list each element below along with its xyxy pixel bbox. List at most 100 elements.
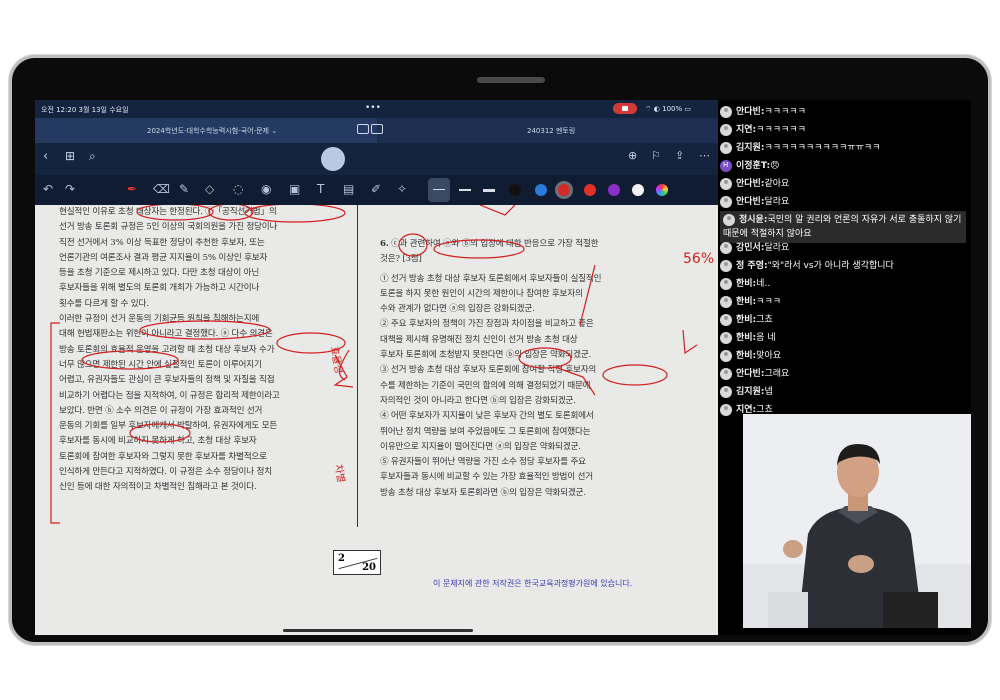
chat-username: 안다빈: xyxy=(736,369,765,379)
keyboard-icon[interactable] xyxy=(371,124,383,134)
page-current: 2 xyxy=(338,553,345,564)
image-icon[interactable]: ▣ xyxy=(289,182,300,196)
chat-text: "와"라서 vs가 아니라 생각합니다 xyxy=(767,261,894,271)
user-avatar-icon xyxy=(723,213,735,226)
camera-icon[interactable]: ▤ xyxy=(343,182,354,196)
pencil-icon[interactable]: ✐ xyxy=(371,182,381,196)
passage-line: 운동의 기회를 일부 후보자에게서 박탈하여, 유권자에게도 모든 xyxy=(59,421,278,432)
user-avatar-icon xyxy=(720,105,732,118)
grid-icon[interactable]: ⊞ xyxy=(65,149,75,163)
color-purple[interactable] xyxy=(608,184,620,196)
chat-username: 안다빈: xyxy=(736,179,765,189)
shapes-icon[interactable]: ◇ xyxy=(205,182,214,196)
search-icon[interactable]: ⌕ xyxy=(89,149,96,164)
answer-option-line: 뛰어난 정치 역량을 보여 주었음에도 그 토론회에 참여했다는 xyxy=(380,426,591,437)
multitask-dots[interactable]: ••• xyxy=(365,103,381,113)
redo-icon[interactable]: ↷ xyxy=(65,182,75,196)
user-avatar-icon xyxy=(720,177,732,190)
line-width-thin[interactable] xyxy=(433,189,445,190)
chat-text: 같아요 xyxy=(764,179,790,189)
undo-icon[interactable]: ↶ xyxy=(43,182,53,196)
lasso-icon[interactable]: ◌ xyxy=(233,182,243,196)
user-avatar-icon xyxy=(720,259,732,272)
page-scroll-indicator[interactable] xyxy=(283,629,473,632)
chat-text: 달라요 xyxy=(764,243,790,253)
sticker-icon[interactable]: ◉ xyxy=(261,182,271,196)
pen-tool-icon[interactable]: ✒ xyxy=(127,182,137,196)
chat-text: 그래요 xyxy=(764,369,790,379)
add-page-icon[interactable]: ⊕ xyxy=(628,149,637,162)
answer-option-line: 토론을 하지 못한 원인이 시간의 제한이나 참여한 후보자의 xyxy=(380,288,583,299)
color-red-selected[interactable] xyxy=(558,184,570,196)
chat-message: 한비:그쵸 xyxy=(720,312,773,326)
chat-message: 정 주영:"와"라서 vs가 아니라 생각합니다 xyxy=(720,258,894,272)
answer-option-line: 자의적인 것이 아니라고 한다면 ⓑ의 입장은 강화되겠군. xyxy=(380,395,576,406)
chat-text: 😠 xyxy=(770,161,780,171)
chat-text: ㅋㅋㅋ xyxy=(756,297,782,307)
color-blue[interactable] xyxy=(535,184,547,196)
chat-message: 한비:맞아요 xyxy=(720,348,781,362)
highlighter-icon[interactable]: ✎ xyxy=(179,182,189,196)
user-avatar-icon xyxy=(720,195,732,208)
laser-pointer-icon[interactable]: ✧ xyxy=(397,182,407,196)
user-avatar-icon xyxy=(720,331,732,344)
eraser-icon[interactable]: ⌫ xyxy=(153,182,170,196)
answer-option-line: ② 주요 후보자의 정책이 가진 장점과 차이점을 비교하고 좋은 xyxy=(380,319,594,330)
chat-message: 한비:네.. xyxy=(720,276,770,290)
presenter-image xyxy=(743,414,971,628)
chat-username: 안다빈: xyxy=(736,107,765,117)
ink-mark-top xyxy=(479,205,516,216)
chat-message: 한비:ㅋㅋㅋ xyxy=(720,294,781,308)
passage-line: 대해 헌법재판소는 위헌이 아니라고 결정했다. ⓐ 다수 의견은 xyxy=(59,329,273,340)
color-black[interactable] xyxy=(509,184,521,196)
chat-text: 그쵸 xyxy=(756,315,773,325)
line-width-medium[interactable] xyxy=(459,189,471,191)
share-icon[interactable]: ⇪ xyxy=(675,149,684,162)
chat-username: 한비: xyxy=(736,351,757,361)
back-chevron-icon[interactable]: ‹ xyxy=(43,149,48,164)
user-avatar-icon xyxy=(720,367,732,380)
user-avatar-icon xyxy=(720,277,732,290)
question-stem-line1: ⓒ과 관련하여 ⓐ와 ⓑ의 입장에 대한 반응으로 가장 적절한 xyxy=(388,239,599,249)
answer-option-line: 수를 제한하는 기준이 국민의 합의에 의해 결정되었기 때문에 xyxy=(380,380,591,391)
color-picker[interactable] xyxy=(656,184,668,196)
chat-text: ㅋㅋㅋㅋㅋ xyxy=(764,107,806,117)
more-icon[interactable]: ⋯ xyxy=(699,149,710,162)
navigation-bar: ‹ ⊞ ⌕ ⊕ ⚐ ⇪ ⋯ xyxy=(35,143,718,175)
tab-exam-title: 2024학년도-대학수학능력시험-국어-문제 ⌄ xyxy=(147,127,278,135)
pen-mode-button[interactable] xyxy=(321,147,345,171)
answer-option-line: 후보자들과 동시에 비교할 수 있는 가장 효율적인 방법이 선거 xyxy=(380,472,593,483)
user-avatar-icon xyxy=(720,295,732,308)
passage-line: 현실적인 이유로 초청 대상자는 한정된다. ⓒ「공직선거법」의 xyxy=(59,207,277,217)
user-avatar-icon xyxy=(720,241,732,254)
color-red[interactable] xyxy=(584,184,596,196)
chat-text: ㅋㅋㅋㅋㅋㅋ xyxy=(756,125,806,135)
status-time: 오전 12:20 3월 13일 수요일 xyxy=(41,106,129,114)
color-white[interactable] xyxy=(632,184,644,196)
answer-option-line: 방송 초청 대상 후보자 토론회라면 ⓑ의 입장은 약화되겠군. xyxy=(380,487,586,498)
exam-page[interactable]: 현실적인 이유로 초청 대상자는 한정된다. ⓒ「공직선거법」의 선거 방송 토론… xyxy=(35,205,718,635)
chat-username: 정 주영: xyxy=(736,261,768,271)
chat-username: 정시윤: xyxy=(739,215,768,225)
chat-username: 이정훈T: xyxy=(736,161,771,171)
line-width-thick[interactable] xyxy=(483,189,495,192)
tab-mentoring-title: 240312 멘토링 xyxy=(527,127,576,135)
passage-line: 토론회에 참여한 후보자와 그렇지 못한 후보자를 차별적으로 xyxy=(59,451,267,462)
passage-line: 보았다. 반면 ⓑ 소수 의견은 이 규정이 가장 효과적인 선거 xyxy=(59,405,263,416)
split-view-icon[interactable] xyxy=(357,124,369,134)
passage-line: 신인 등에 대한 자의적이고 차별적인 침해라고 본 것이다. xyxy=(59,482,257,493)
chat-username: 한비: xyxy=(736,333,757,343)
text-tool-icon[interactable]: T xyxy=(317,182,324,196)
chat-message: 안다빈:달라요 xyxy=(720,194,789,208)
chat-message: 강민서:달라요 xyxy=(720,240,789,254)
question-stem: 6. ⓒ과 관련하여 ⓐ와 ⓑ의 입장에 대한 반응으로 가장 적절한 xyxy=(380,237,680,252)
chat-text: ㅋㅋㅋㅋㅋㅋㅋㅋㅋㅋㅠㅠㅋㅋ xyxy=(764,143,881,153)
question-column: 6. ⓒ과 관련하여 ⓐ와 ⓑ의 입장에 대한 반응으로 가장 적절한 것은? … xyxy=(380,237,680,501)
bookmark-icon[interactable]: ⚐ xyxy=(651,149,661,162)
chat-username: 한비: xyxy=(736,315,757,325)
chat-message: 지연:ㅋㅋㅋㅋㅋㅋ xyxy=(720,122,806,136)
chat-message: 정시윤:국민의 알 권리와 언론의 자유가 서로 충돌하지 않기 때문에 적절하… xyxy=(720,211,966,243)
chat-username: 강민서: xyxy=(736,243,765,253)
chat-message: 안다빈:같아요 xyxy=(720,176,789,190)
tab-exam-document[interactable]: 2024학년도-대학수학능력시험-국어-문제 ⌄ xyxy=(35,118,377,143)
